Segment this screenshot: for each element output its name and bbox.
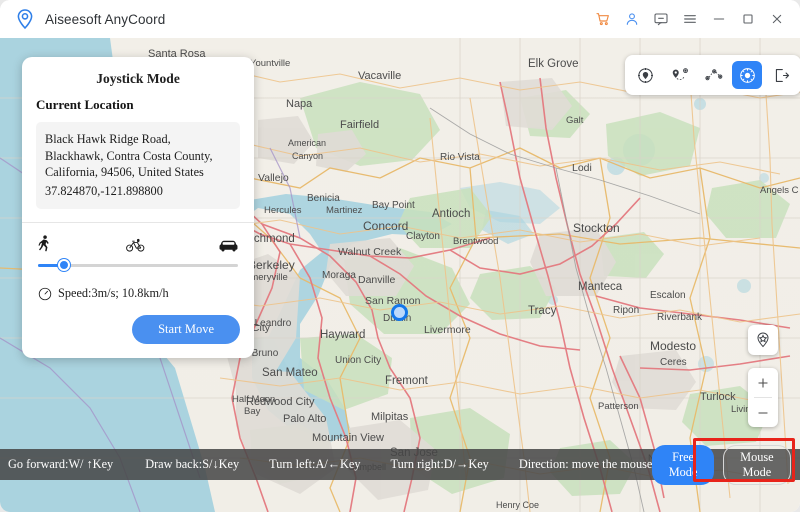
- account-icon[interactable]: [618, 7, 645, 32]
- one-stop-mode-button[interactable]: [664, 61, 694, 89]
- speedometer-icon: [38, 287, 52, 301]
- app-title: Aiseesoft AnyCoord: [45, 12, 165, 27]
- start-row: Start Move: [36, 315, 240, 344]
- favorite-pin-icon[interactable]: [748, 325, 778, 355]
- multi-stop-mode-button[interactable]: [698, 61, 728, 89]
- location-coordinates: 37.824870,-121.898800: [45, 183, 231, 200]
- bicycle-icon: [126, 238, 145, 252]
- joystick-mode-button[interactable]: [732, 61, 762, 89]
- anycoord-window: Santa RosaYountvilleVacavilleElk GroveNa…: [0, 0, 800, 512]
- current-location-label: Current Location: [36, 97, 240, 113]
- hint-direction: Direction: move the mouse: [519, 457, 653, 472]
- feedback-icon[interactable]: [647, 7, 674, 32]
- zoom-out-button[interactable]: [748, 398, 778, 427]
- hint-turn-right: Turn right:D/→Key: [391, 457, 489, 472]
- mode-toolbar: [625, 55, 800, 95]
- speed-label: Speed:3m/s; 10.8km/h: [58, 286, 169, 301]
- menu-icon[interactable]: [676, 7, 703, 32]
- speed-slider[interactable]: [38, 258, 238, 272]
- mode-buttons: Free Mode Mouse Mode: [652, 445, 791, 485]
- joystick-panel: Joystick Mode Current Location Black Haw…: [22, 57, 254, 358]
- zoom-in-button[interactable]: [748, 368, 778, 397]
- panel-divider: [22, 222, 254, 223]
- zoom-controls: [748, 368, 778, 427]
- current-location-marker[interactable]: [391, 304, 408, 321]
- hint-turn-left: Turn left:A/←Key: [269, 457, 360, 472]
- brand: Aiseesoft AnyCoord: [14, 8, 165, 30]
- speed-mode-icons: [38, 234, 238, 252]
- walking-icon: [38, 235, 51, 252]
- cart-icon[interactable]: [589, 7, 616, 32]
- minimize-icon[interactable]: [705, 7, 732, 32]
- hint-draw-back: Draw back:S/↓Key: [145, 457, 239, 472]
- mouse-mode-button[interactable]: Mouse Mode: [723, 445, 791, 485]
- window-controls: [589, 7, 790, 32]
- panel-title: Joystick Mode: [36, 71, 240, 87]
- close-icon[interactable]: [763, 7, 790, 32]
- slider-thumb[interactable]: [58, 259, 70, 271]
- location-address: Black Hawk Ridge Road, Blackhawk, Contra…: [45, 131, 231, 181]
- speed-readout: Speed:3m/s; 10.8km/h: [38, 286, 240, 301]
- bottom-hint-bar: Go forward:W/ ↑Key Draw back:S/↓Key Turn…: [0, 449, 800, 480]
- maximize-icon[interactable]: [734, 7, 761, 32]
- current-location-box: Black Hawk Ridge Road, Blackhawk, Contra…: [36, 122, 240, 209]
- car-icon: [219, 239, 238, 252]
- location-pin-icon: [14, 8, 36, 30]
- free-mode-button[interactable]: Free Mode: [652, 445, 713, 485]
- modify-location-mode-button[interactable]: [630, 61, 660, 89]
- hint-go-forward: Go forward:W/ ↑Key: [8, 457, 113, 472]
- exit-icon[interactable]: [766, 61, 796, 89]
- title-bar: Aiseesoft AnyCoord: [0, 0, 800, 38]
- start-move-button[interactable]: Start Move: [132, 315, 240, 344]
